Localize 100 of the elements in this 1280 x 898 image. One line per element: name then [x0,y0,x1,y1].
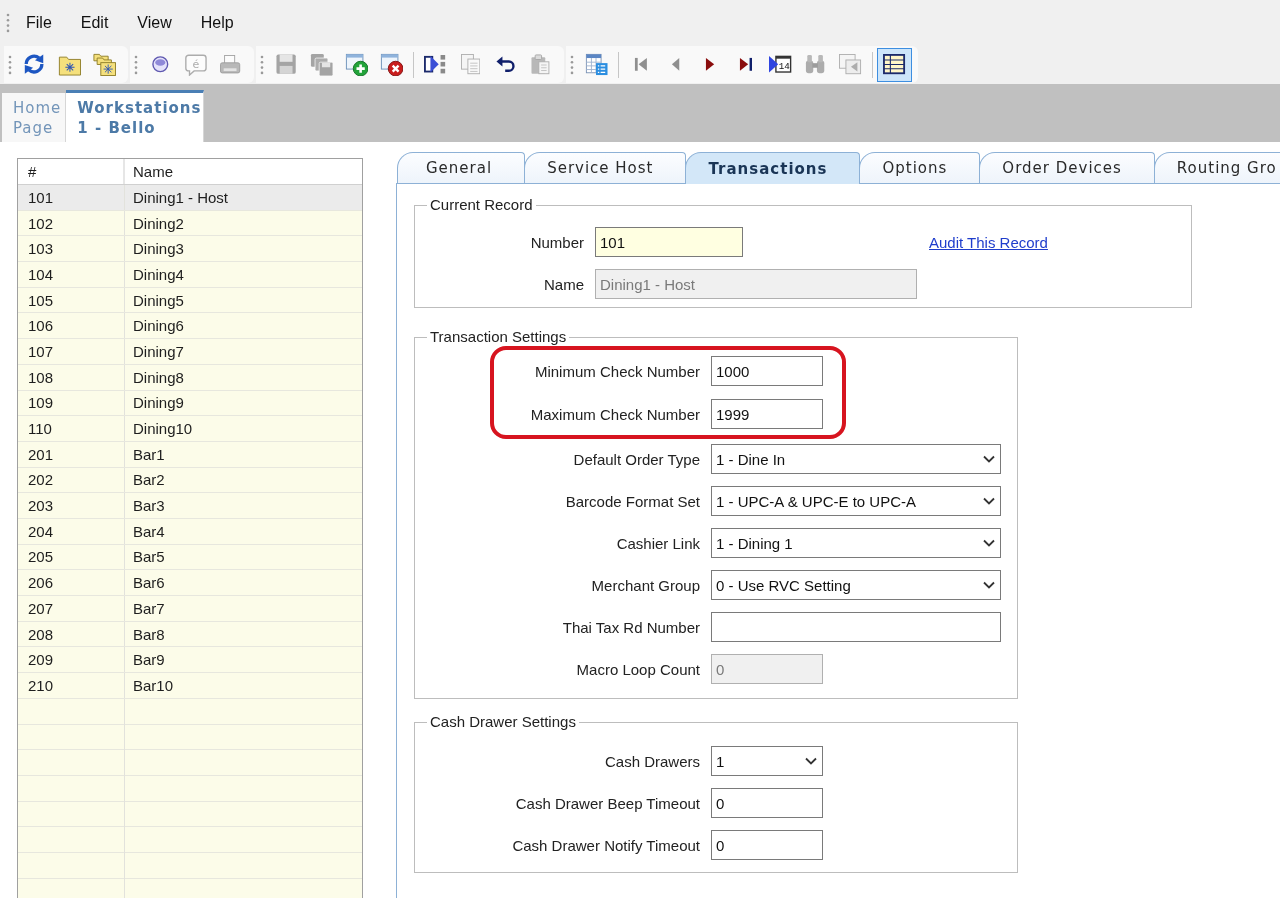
field-label: Maximum Check Number [530,405,700,423]
toolbar-button[interactable] [877,47,912,82]
table-cell-text: Dining10 [132,419,194,440]
table-cell-text: Bar10 [132,675,175,696]
table-cell-text: Bar6 [132,573,166,594]
menu-item[interactable]: View [137,13,172,32]
table-cell: 202 [18,467,125,493]
table-cell-text: Dining6 [132,316,185,337]
tab[interactable]: Order Devices [979,152,1155,183]
table-cell-text: Bar2 [132,470,166,491]
chevron-down-icon [983,539,995,547]
group-title: Transaction Settings [429,328,568,346]
list-row[interactable]: 207 Bar7 [18,596,362,622]
table-cell-text: Bar1 [132,444,166,465]
list-row[interactable]: 208 Bar8 [18,621,362,648]
table-cell: 105 [18,287,125,313]
group-title: Current Record [429,196,534,214]
list-row[interactable]: 102 Dining2 [18,210,362,237]
list-row[interactable]: 206 Bar6 [18,570,362,596]
next-record-icon [705,57,716,72]
table-cell-text: Bar3 [132,496,166,517]
table-cell-text: Dining7 [132,341,185,362]
disc-icon [152,56,169,73]
dropdown[interactable]: 1 - Dining 1 [711,528,1001,558]
list-row[interactable]: 103 Dining3 [18,236,362,263]
list-row[interactable]: 203 Bar3 [18,493,362,519]
input-field[interactable]: 1000 [711,356,823,386]
table-cell: 109 [18,390,125,416]
field-label: Thai Tax Rd Number [562,618,700,636]
refresh-icon [23,53,46,76]
list-row[interactable]: 101 Dining1 - Host [18,185,362,211]
list-row[interactable]: 205 Bar5 [18,544,362,571]
arrow-columns-icon [424,55,447,74]
tab[interactable]: Routing Gro [1153,152,1280,183]
table-cell-text: Dining4 [132,264,185,285]
list-row[interactable]: 204 Bar4 [18,518,362,545]
list-row[interactable]: 107 Dining7 [18,339,362,365]
input-field[interactable] [711,612,1001,642]
input-field[interactable]: 101 [595,227,743,257]
list-row[interactable]: 110 Dining10 [18,416,362,442]
dropdown[interactable]: 1 [711,746,823,776]
dropdown[interactable]: 1 - UPC-A & UPC-E to UPC-A [711,486,1001,516]
column-header[interactable]: Name [125,159,362,184]
table-cell-text: Bar9 [132,650,166,671]
list-row[interactable]: 109 Dining9 [18,390,362,417]
list-row[interactable]: 105 Dining5 [18,287,362,314]
list-row[interactable]: 104 Dining4 [18,262,362,288]
tab[interactable]: General [397,152,526,183]
table-cell: 204 [18,518,125,544]
table-cell: 108 [18,364,125,390]
list-row[interactable]: 201 Bar1 [18,441,362,468]
grid-icon [883,54,906,75]
table-cell-text: Dining3 [132,239,185,260]
grip-icon[interactable] [134,53,138,76]
document-tab[interactable]: Workstations 1 - Bello [66,90,205,142]
list-row[interactable]: 108 Dining8 [18,364,362,391]
audit-link[interactable]: Audit This Record [929,233,1048,251]
table-list-icon [584,52,609,77]
field-label: Merchant Group [591,576,700,594]
tab[interactable]: Options [859,152,981,183]
table-cell: 201 [18,441,125,467]
toolbar-button[interactable]: 14 [763,47,798,82]
grip-icon[interactable] [260,53,264,76]
table-cell-text: Dining5 [132,290,185,311]
table-cell-text: Dining9 [132,393,185,414]
table-cell: 106 [18,313,125,339]
field-label: Number [530,233,584,251]
menu-item[interactable]: File [26,13,52,32]
field-label: Cash Drawer Notify Timeout [512,836,700,854]
table-cell: 207 [18,596,125,621]
list-row[interactable]: 106 Dining6 [18,313,362,340]
group-title: Cash Drawer Settings [429,713,577,731]
list-row[interactable]: 209 Bar9 [18,647,362,674]
tab[interactable]: Service Host [524,152,687,183]
table-cell: 110 [18,416,125,441]
dropdown[interactable]: 0 - Use RVC Setting [711,570,1001,600]
field-label: Name [544,275,584,293]
chevron-down-icon [983,455,995,463]
table-cell-text: Bar8 [132,624,166,645]
table-cell-text: Dining2 [132,213,185,234]
binoculars-icon [805,54,826,75]
add-icon [344,52,369,77]
field-label: Minimum Check Number [534,362,700,380]
menu-item[interactable]: Help [200,13,234,32]
grip-icon[interactable] [570,53,574,76]
list-row[interactable]: 210 Bar10 [18,673,362,699]
menu-item[interactable]: Edit [80,13,109,32]
table-cell: 203 [18,493,125,518]
input-field[interactable]: 1999 [711,399,823,429]
save-icon [276,54,297,75]
input-field[interactable]: 0 [711,830,823,860]
table-cell-text: Dining8 [132,367,185,388]
grip-icon[interactable] [6,11,10,34]
last-record-icon [738,57,753,72]
table-cell: 210 [18,673,125,698]
grip-icon[interactable] [8,53,12,76]
input-field[interactable]: 0 [711,788,823,818]
list-row[interactable]: 202 Bar2 [18,467,362,494]
dropdown[interactable]: 1 - Dine In [711,444,1001,474]
tab[interactable]: Transactions [685,152,861,184]
